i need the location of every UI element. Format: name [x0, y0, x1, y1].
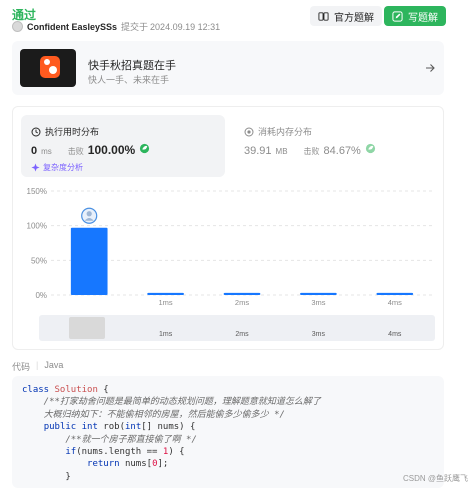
- leaf-icon: [140, 143, 150, 154]
- sparkle-icon: [31, 163, 40, 172]
- promo-title: 快手秋招真题在手: [88, 60, 176, 72]
- submitted-label: 提交于: [121, 22, 149, 32]
- range-tick-label: 3ms: [312, 331, 326, 338]
- book-icon: [318, 11, 329, 21]
- runtime-title: 执行用时分布: [31, 125, 99, 138]
- kuaishou-logo-icon: [40, 56, 60, 78]
- runtime-unit: ms: [41, 147, 52, 156]
- code-line: class Solution {: [22, 385, 109, 395]
- runtime-beat-percent: 100.00%: [87, 143, 136, 157]
- official-solution-label: 官方题解: [334, 12, 374, 24]
- complexity-analysis-link[interactable]: 复杂度分析: [31, 162, 83, 173]
- code-label: 代码: [12, 362, 31, 372]
- runtime-value: 0: [31, 145, 38, 157]
- y-tick-label: 50%: [31, 256, 47, 265]
- x-tick-label: 1ms: [159, 298, 173, 307]
- submission-meta: Confident EasleySSs 提交于 2024.09.19 12:31: [12, 20, 220, 33]
- range-tick-label: 1ms: [159, 331, 173, 338]
- code-block[interactable]: class Solution { /**打家劫舍问题是最简单的动态规划问题，理解…: [12, 376, 444, 488]
- write-solution-button[interactable]: 写题解: [384, 6, 446, 26]
- memory-icon: [244, 127, 254, 136]
- complexity-analysis-label: 复杂度分析: [43, 163, 83, 172]
- range-tick-label: 4ms: [388, 331, 402, 338]
- memory-title[interactable]: 消耗内存分布: [244, 125, 312, 138]
- code-line: /**打家劫舍问题是最简单的动态规划问题，理解题意就知道怎么解了: [22, 397, 321, 408]
- range-selector-handle[interactable]: [69, 317, 105, 339]
- x-tick-label: 3ms: [311, 298, 325, 307]
- runtime-card[interactable]: 执行用时分布 0 ms 击败 100.00% 复杂度分析: [21, 115, 225, 177]
- memory-title-label: 消耗内存分布: [258, 127, 313, 137]
- memory-beat-percent: 84.67%: [323, 145, 361, 157]
- code-line: 大概归纳如下：不能偷相邻的房屋，然后能偷多少偷多少 */: [22, 409, 285, 420]
- chart-bar[interactable]: [70, 227, 108, 295]
- user-avatar-head: [86, 211, 92, 217]
- code-line: if(nums.length == 1) {: [65, 447, 185, 458]
- edit-icon: [392, 10, 403, 22]
- leaf-icon: [365, 143, 375, 154]
- chart-bar[interactable]: [147, 292, 184, 295]
- memory-beat-label: 击败: [303, 147, 320, 156]
- runtime-beat-label: 击败: [67, 147, 84, 156]
- write-solution-label: 写题解: [408, 12, 438, 24]
- range-tick-label: 2ms: [235, 331, 249, 338]
- promo-subtitle: 快人一手、未来在手: [88, 75, 170, 85]
- code-line: }: [22, 471, 71, 482]
- official-solution-button[interactable]: 官方题解: [310, 6, 382, 26]
- code-language[interactable]: Java: [44, 360, 63, 373]
- promo-thumbnail: [20, 49, 76, 87]
- memory-value: 39.91: [244, 145, 272, 157]
- avatar[interactable]: [12, 21, 23, 32]
- promo-banner[interactable]: 快手秋招真题在手 快人一手、未来在手: [12, 41, 444, 95]
- y-tick-label: 0%: [35, 291, 47, 300]
- x-tick-label: 2ms: [235, 298, 249, 307]
- username[interactable]: Confident EasleySSs: [27, 22, 117, 32]
- y-tick-label: 150%: [27, 187, 47, 196]
- chart-bar[interactable]: [223, 292, 261, 295]
- result-panel: 执行用时分布 0 ms 击败 100.00% 复杂度分析 消耗内存分布 39.9…: [12, 106, 444, 350]
- code-line: /**就一个房子那直接偷了啊 */: [22, 434, 197, 445]
- y-tick-label: 100%: [27, 222, 47, 231]
- chart-bar[interactable]: [376, 292, 414, 295]
- arrow-right-icon[interactable]: [424, 62, 436, 74]
- memory-stats: 39.91 MB 击败 84.67%: [244, 143, 376, 157]
- code-header: 代码 | Java: [12, 360, 63, 373]
- watermark: CSDN @鱼跃鹰飞: [402, 474, 468, 483]
- memory-unit: MB: [275, 147, 288, 156]
- runtime-distribution-chart[interactable]: 150% 100% 50% 0% 1ms 2ms 3ms 4ms 1ms 2ms 3ms 4ms: [13, 183, 443, 349]
- clock-icon: [31, 127, 41, 136]
- code-line: public int rob(int[] nums) {: [43, 422, 196, 433]
- submitted-time: 2024.09.19 12:31: [150, 21, 221, 32]
- runtime-stats: 0 ms 击败 100.00%: [31, 143, 150, 157]
- code-line: return nums[0];: [87, 459, 169, 470]
- x-tick-label: 4ms: [388, 298, 402, 307]
- runtime-title-label: 执行用时分布: [45, 127, 100, 137]
- chart-bar[interactable]: [300, 292, 337, 295]
- code-separator: |: [36, 360, 39, 370]
